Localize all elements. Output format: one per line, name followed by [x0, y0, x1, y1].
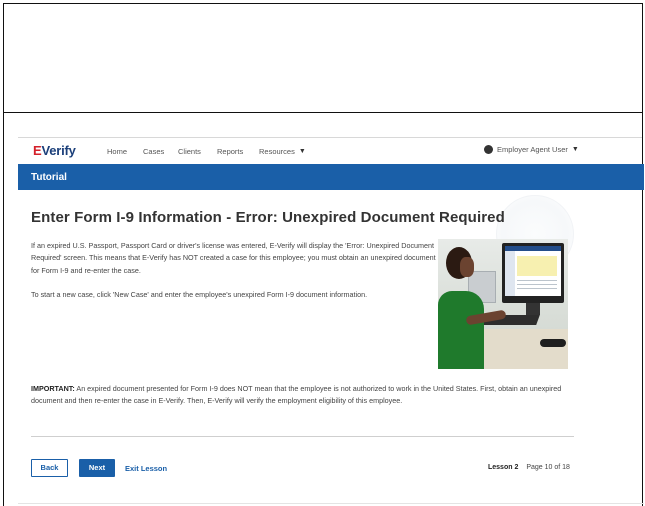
- user-menu[interactable]: Employer Agent User ▼: [484, 145, 579, 154]
- chevron-down-icon: ▼: [571, 146, 579, 153]
- everify-logo[interactable]: EVerify: [33, 143, 76, 158]
- footer-divider: [18, 503, 644, 504]
- user-icon: [484, 145, 493, 154]
- paragraph-new-case: To start a new case, click 'New Case' an…: [31, 290, 368, 299]
- employee-at-computer-image: [438, 239, 568, 369]
- paragraph-error-explanation: If an expired U.S. Passport, Passport Ca…: [31, 241, 436, 275]
- tutorial-frame: EVerify Home Cases Clients Reports Resou…: [3, 113, 644, 506]
- nav-resources[interactable]: Resources ▼: [259, 147, 306, 156]
- nav-reports[interactable]: Reports: [217, 147, 243, 156]
- user-name: Employer Agent User: [497, 145, 568, 154]
- nav-resources-label: Resources: [259, 147, 295, 156]
- next-button[interactable]: Next: [79, 459, 115, 477]
- nav-cases[interactable]: Cases: [143, 147, 164, 156]
- nav-clients[interactable]: Clients: [178, 147, 201, 156]
- top-nav: EVerify Home Cases Clients Reports Resou…: [18, 137, 642, 161]
- page-counter: Page 10 of 18: [526, 464, 570, 471]
- important-text: An expired document presented for Form I…: [31, 384, 562, 406]
- tutorial-bar: Tutorial: [18, 164, 644, 190]
- page-title: Enter Form I-9 Information - Error: Unex…: [31, 209, 505, 226]
- important-note: IMPORTANT: An expired document presented…: [31, 383, 571, 408]
- lesson-label: Lesson 2: [488, 464, 519, 471]
- important-label: IMPORTANT:: [31, 384, 75, 393]
- chevron-down-icon: ▼: [298, 148, 306, 155]
- back-button[interactable]: Back: [31, 459, 68, 477]
- top-empty-panel: [3, 3, 643, 114]
- lesson-progress: Lesson 2 Page 10 of 18: [488, 464, 570, 471]
- divider: [31, 436, 574, 437]
- nav-home[interactable]: Home: [107, 147, 127, 156]
- exit-lesson-link[interactable]: Exit Lesson: [125, 464, 167, 473]
